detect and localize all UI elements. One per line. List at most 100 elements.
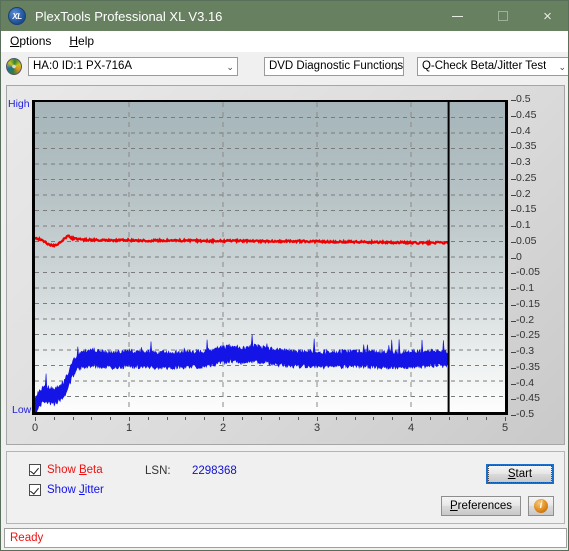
y-tick-mark <box>511 241 516 243</box>
y-axis-low-label: Low <box>12 404 32 416</box>
x-minor-tick-mark <box>467 417 469 420</box>
x-tick-mark <box>411 417 412 421</box>
show-beta-label: Show Beta <box>47 464 103 476</box>
function-select[interactable]: DVD Diagnostic Functions ⌄ <box>263 56 404 76</box>
x-minor-tick-mark <box>373 417 375 420</box>
y-tick-mark <box>511 273 516 275</box>
x-minor-tick-mark <box>110 417 112 420</box>
y-tick-label: -0.2 <box>516 313 535 326</box>
checkbox-checked-icon <box>29 464 41 476</box>
menu-bar: Options Help <box>1 31 568 52</box>
chart-svg <box>35 102 505 412</box>
x-tick-mark <box>129 417 130 421</box>
x-tick-label: 5 <box>501 422 509 434</box>
y-tick-mark <box>511 304 516 306</box>
y-tick-mark <box>511 147 516 149</box>
y-tick-mark <box>511 415 516 416</box>
menu-item-options[interactable]: Options <box>1 31 60 52</box>
x-minor-tick-mark <box>448 417 450 420</box>
close-button[interactable]: × <box>525 1 568 31</box>
y-tick-label: 0.45 <box>516 108 537 121</box>
x-tick-label: 0 <box>31 422 39 434</box>
plot-canvas <box>32 100 508 415</box>
minimize-button[interactable] <box>435 1 480 31</box>
y-tick-label: 0 <box>516 250 522 263</box>
plextools-window: XL PlexTools Professional XL V3.16 × Opt… <box>0 0 569 551</box>
window-title: PlexTools Professional XL V3.16 <box>35 8 223 24</box>
maximize-icon <box>497 11 508 21</box>
show-jitter-checkbox[interactable]: Show Jitter <box>29 484 104 496</box>
menu-item-help[interactable]: Help <box>60 31 103 52</box>
x-minor-tick-mark <box>147 417 149 420</box>
start-button-label: Start <box>488 465 552 483</box>
y-tick-label: -0.15 <box>516 297 540 310</box>
y-tick-label: 0.25 <box>516 171 537 184</box>
y-tick-mark <box>511 383 516 385</box>
y-axis-high-label: High <box>8 98 30 110</box>
y-tick-label: 0.5 <box>516 93 531 105</box>
show-beta-checkbox[interactable]: Show Beta <box>29 464 103 476</box>
y-tick-mark <box>511 131 516 133</box>
x-tick-label: 3 <box>313 422 321 434</box>
maximize-button[interactable] <box>480 1 525 31</box>
drive-select[interactable]: HA:0 ID:1 PX-716A ⌄ <box>27 56 238 76</box>
x-tick-label: 2 <box>219 422 227 434</box>
show-jitter-label: Show Jitter <box>47 484 104 496</box>
close-icon: × <box>543 7 552 25</box>
menu-help-label: elp <box>78 34 95 48</box>
y-tick-mark <box>511 115 516 117</box>
y-tick-label: -0.5 <box>516 408 535 420</box>
x-tick-label: 4 <box>407 422 415 434</box>
y-tick-label: -0.05 <box>516 266 540 279</box>
y-tick-label: 0.3 <box>516 156 531 168</box>
y-tick-label: 0.1 <box>516 219 531 231</box>
y-tick-mark <box>511 100 516 101</box>
x-minor-tick-mark <box>279 417 281 420</box>
preferences-button[interactable]: Preferences <box>441 496 521 516</box>
x-tick-mark <box>35 417 36 421</box>
checkbox-checked-icon <box>29 484 41 496</box>
y-tick-label: -0.45 <box>516 392 540 405</box>
y-tick-mark <box>511 194 516 196</box>
function-select-value: DVD Diagnostic Functions <box>268 60 403 72</box>
x-minor-tick-mark <box>260 417 262 420</box>
info-icon: i <box>534 499 548 513</box>
lsn-label: LSN: <box>145 465 171 477</box>
y-tick-label: -0.3 <box>516 345 535 357</box>
chart-panel: High Low 0.5 0.45 0.4 0.35 0.3 0.25 0.2 0.15 0.1… <box>6 85 565 445</box>
y-tick-mark <box>511 336 516 338</box>
x-minor-tick-mark <box>72 417 74 420</box>
y-tick-label: -0.4 <box>516 376 535 389</box>
y-tick-label: 0.35 <box>516 140 537 153</box>
x-minor-tick-mark <box>335 417 337 420</box>
x-tick-mark <box>505 417 506 421</box>
start-button[interactable]: Start <box>486 464 554 484</box>
preferences-button-label: Preferences <box>449 500 512 512</box>
y-tick-label: -0.1 <box>516 282 535 294</box>
controls-panel: Show Beta Show Jitter LSN: 2298368 Start… <box>6 451 565 524</box>
x-minor-tick-mark <box>429 417 431 420</box>
x-minor-tick-mark <box>392 417 394 420</box>
y-tick-mark <box>511 257 516 259</box>
chevron-down-icon: ⌄ <box>392 61 400 72</box>
status-text: Ready <box>10 532 44 544</box>
x-tick-mark <box>223 417 224 421</box>
y-tick-mark <box>511 210 516 212</box>
y-tick-label: 0.2 <box>516 187 531 200</box>
y-tick-label: -0.25 <box>516 329 540 342</box>
chevron-down-icon: ⌄ <box>558 61 566 72</box>
y-tick-mark <box>511 226 516 227</box>
test-select-value: Q-Check Beta/Jitter Test <box>421 60 547 72</box>
y-tick-mark <box>511 289 516 290</box>
y-tick-label: 0.05 <box>516 234 537 247</box>
app-logo-icon: XL <box>8 7 26 25</box>
info-button[interactable]: i <box>528 496 554 516</box>
x-tick-label: 1 <box>125 422 133 434</box>
x-minor-tick-mark <box>53 417 55 420</box>
x-minor-tick-mark <box>486 417 488 420</box>
x-minor-tick-mark <box>204 417 206 420</box>
y-tick-mark <box>511 352 516 353</box>
window-controls: × <box>435 1 568 31</box>
y-tick-label: -0.35 <box>516 360 540 373</box>
test-select[interactable]: Q-Check Beta/Jitter Test ⌄ <box>416 56 568 76</box>
